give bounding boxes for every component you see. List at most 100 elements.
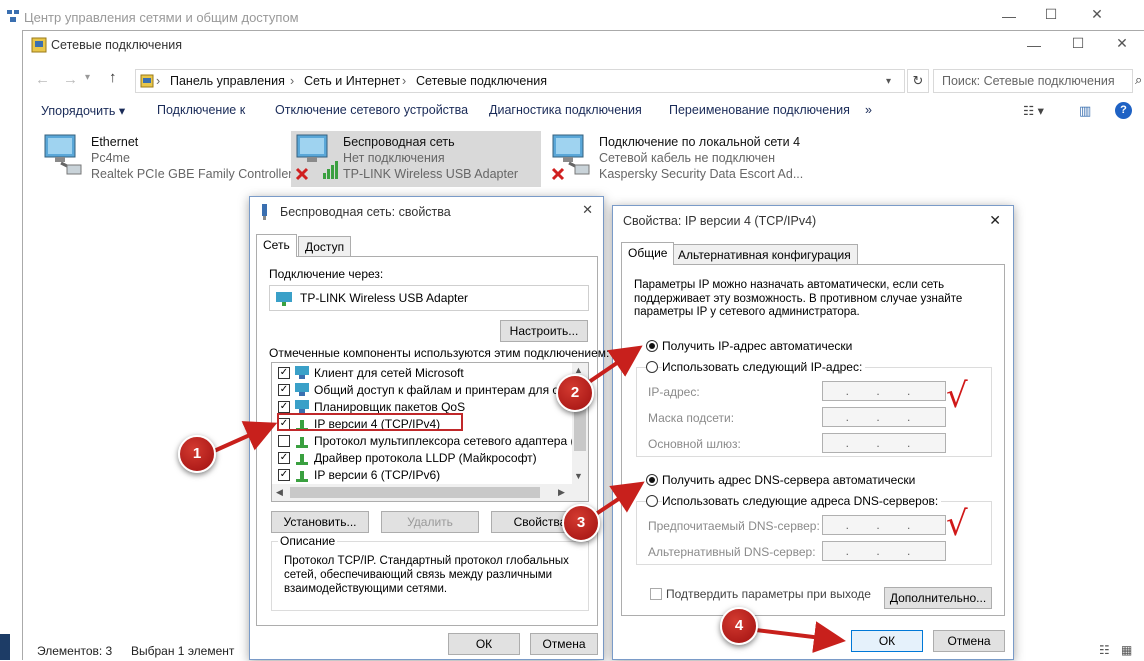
up-arrow-icon[interactable]: ↑ (109, 69, 117, 86)
dialog-close-button[interactable]: ✕ (582, 202, 593, 218)
configure-button[interactable]: Настроить... (500, 320, 588, 342)
bg-close-button[interactable]: ✕ (1082, 6, 1112, 23)
adapter-ethernet[interactable]: Ethernet Pc4me Realtek PCIe GBE Family C… (39, 131, 293, 187)
component-item[interactable]: ✓ Клиент для сетей Microsoft (278, 365, 574, 382)
search-icon[interactable]: ⌕ (1135, 72, 1142, 88)
ip-address-label: IP-адрес: (648, 385, 700, 399)
checkmark-ip-fields: √ (946, 376, 968, 416)
gateway-field[interactable]: . . . (822, 433, 946, 453)
ip-auto-radio[interactable] (646, 340, 658, 352)
selection-count: Выбран 1 элемент (131, 644, 235, 658)
dns-manual-radio[interactable] (646, 495, 658, 507)
step-marker-3: 3 (562, 504, 600, 542)
checkmark-dns-fields: √ (946, 504, 968, 544)
step-marker-2: 2 (556, 374, 594, 412)
components-list[interactable]: ✓ Клиент для сетей Microsoft ✓ Общий дос… (271, 362, 589, 502)
scroll-down-icon[interactable]: ▼ (574, 471, 583, 481)
help-icon[interactable]: ? (1115, 102, 1132, 119)
description-text: Протокол TCP/IP. Стандартный протокол гл… (284, 555, 569, 595)
cancel-button[interactable]: Отмена (933, 630, 1005, 652)
address-bar[interactable]: › Панель управления › Сеть и Интернет › … (135, 69, 905, 93)
tab-network[interactable]: Сеть (256, 234, 297, 257)
component-item[interactable]: Протокол мультиплексора сетевого адаптер… (278, 433, 588, 450)
scroll-left-icon[interactable]: ◀ (276, 487, 283, 498)
more-commands-button[interactable]: » (865, 103, 872, 117)
search-input[interactable]: Поиск: Сетевые подключения (933, 69, 1133, 93)
connect-to-command[interactable]: Подключение к (157, 103, 245, 117)
address-dropdown-icon[interactable]: ▾ (886, 76, 891, 87)
background-window-title: Центр управления сетями и общим доступом (24, 10, 299, 25)
ip-manual-label: Использовать следующий IP-адрес: (662, 360, 866, 374)
preview-pane-icon[interactable]: ▥ (1079, 103, 1091, 119)
component-checkbox[interactable]: ✓ (278, 469, 290, 481)
minimize-button[interactable]: — (1019, 37, 1049, 53)
view-options-icon[interactable]: ☷ ▾ (1023, 103, 1044, 118)
close-button[interactable]: ✕ (1107, 35, 1137, 52)
component-checkbox[interactable]: ✓ (278, 384, 290, 396)
validate-label: Подтвердить параметры при выходе (666, 587, 871, 601)
bg-minimize-button[interactable]: — (994, 8, 1024, 24)
adapter-status: Нет подключения (343, 151, 445, 165)
description-group: Описание Протокол TCP/IP. Стандартный пр… (271, 534, 589, 611)
tab-alternate-config[interactable]: Альтернативная конфигурация (671, 244, 858, 265)
breadcrumb-network-internet[interactable]: Сеть и Интернет (304, 74, 400, 88)
dns-preferred-field[interactable]: . . . (822, 515, 946, 535)
component-item[interactable]: ✓ Драйвер протокола LLDP (Майкрософт) (278, 450, 574, 467)
h-scroll-thumb[interactable] (290, 487, 540, 498)
breadcrumb-control-panel[interactable]: Панель управления (170, 74, 285, 88)
details-view-icon[interactable]: ☷ (1099, 643, 1110, 657)
recent-dropdown-icon[interactable]: ▾ (85, 72, 90, 83)
ip-address-field[interactable]: . . . (822, 381, 946, 401)
scroll-right-icon[interactable]: ▶ (558, 487, 565, 498)
component-checkbox[interactable] (278, 435, 290, 447)
adapter-status: Pc4me (91, 151, 130, 165)
taskbar-edge (0, 634, 10, 660)
tab-sharing[interactable]: Доступ (298, 236, 352, 257)
adapter-local-4[interactable]: Подключение по локальной сети 4 Сетевой … (547, 131, 847, 187)
ok-button[interactable]: ОК (851, 630, 923, 652)
diagnose-command[interactable]: Диагностика подключения (489, 103, 642, 117)
dialog-title: Беспроводная сеть: свойства (280, 205, 451, 219)
network-adapter-disconnected-icon (551, 134, 590, 181)
remove-button[interactable]: Удалить (381, 511, 479, 533)
dns-manual-label: Использовать следующие адреса DNS-сервер… (662, 494, 942, 508)
cancel-button[interactable]: Отмена (530, 633, 598, 655)
adapter-device: Realtek PCIe GBE Family Controller (91, 167, 293, 181)
adapter-name: Подключение по локальной сети 4 (599, 135, 801, 149)
protocol-icon (296, 437, 308, 448)
intro-text: Параметры IP можно назначать автоматичес… (634, 279, 963, 318)
maximize-button[interactable]: ☐ (1063, 35, 1093, 52)
refresh-icon[interactable]: ↻ (907, 69, 929, 93)
component-checkbox[interactable]: ✓ (278, 401, 290, 413)
ok-button[interactable]: ОК (448, 633, 520, 655)
dialog-close-button[interactable]: ✕ (989, 212, 1001, 229)
ip-manual-radio[interactable] (646, 361, 658, 373)
tab-general[interactable]: Общие (621, 242, 675, 265)
adapter-display: TP-LINK Wireless USB Adapter (269, 285, 589, 311)
advanced-button[interactable]: Дополнительно... (884, 587, 992, 609)
large-icons-view-icon[interactable]: ▦ (1121, 643, 1132, 657)
validate-checkbox[interactable] (650, 588, 662, 600)
dialog-title: Свойства: IP версии 4 (TCP/IPv4) (623, 214, 817, 228)
install-button[interactable]: Установить... (271, 511, 369, 533)
breadcrumb-network-connections[interactable]: Сетевые подключения (416, 74, 547, 88)
step-marker-1: 1 (178, 435, 216, 473)
dns-alternate-field[interactable]: . . . (822, 541, 946, 561)
dns-auto-radio[interactable] (646, 474, 658, 486)
ipv4-highlight-box (277, 413, 463, 431)
horizontal-scrollbar[interactable]: ◀ ▶ (272, 484, 588, 501)
adapter-icon (276, 292, 292, 306)
component-item[interactable]: ✓ IP версии 6 (TCP/IPv6) (278, 467, 574, 484)
bg-maximize-button[interactable]: ☐ (1036, 6, 1066, 23)
disable-device-command[interactable]: Отключение сетевого устройства (275, 103, 468, 117)
adapter-wireless[interactable]: Беспроводная сеть Нет подключения TP-LIN… (291, 131, 541, 187)
component-item[interactable]: ✓ Общий доступ к файлам и принтерам для … (278, 382, 583, 399)
component-checkbox[interactable]: ✓ (278, 367, 290, 379)
rename-command[interactable]: Переименование подключения (669, 103, 850, 117)
subnet-mask-field[interactable]: . . . (822, 407, 946, 427)
network-center-icon (7, 10, 19, 22)
component-checkbox[interactable]: ✓ (278, 452, 290, 464)
organize-menu[interactable]: Упорядочить ▾ (41, 103, 125, 118)
back-arrow-icon[interactable]: ← (35, 71, 50, 88)
forward-arrow-icon[interactable]: → (63, 71, 78, 88)
